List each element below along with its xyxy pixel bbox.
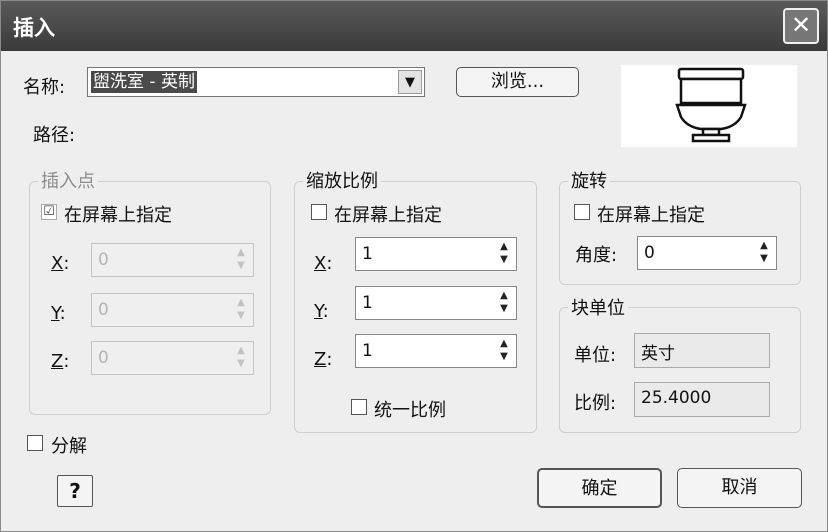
spin-arrows-icon[interactable]: ▲ ▼ xyxy=(231,344,251,372)
insertion-y-value: 0 xyxy=(98,300,109,320)
scale-x-input[interactable]: 1 ▲ ▼ xyxy=(355,237,517,271)
block-name-select[interactable]: 盥洗室 - 英制 ▼ xyxy=(87,67,425,97)
rotation-title: 旋转 xyxy=(568,167,610,193)
close-button[interactable]: ✕ xyxy=(783,8,819,44)
scale-z-value: 1 xyxy=(362,341,373,361)
factor-label: 比例: xyxy=(574,393,617,414)
rotation-specify-checkbox[interactable] xyxy=(574,204,590,220)
explode-label: 分解 xyxy=(51,436,87,457)
spin-arrows-icon[interactable]: ▲ ▼ xyxy=(494,337,514,365)
insertion-point-title: 插入点 xyxy=(38,167,98,193)
unit-value: 英寸 xyxy=(641,344,675,364)
insertion-specify-checkbox[interactable]: ☑ xyxy=(41,204,57,220)
scale-z-input[interactable]: 1 ▲ ▼ xyxy=(355,334,517,368)
insert-dialog: 插入 ✕ 名称: 盥洗室 - 英制 ▼ 浏览... 路径: 插入点 ☑ 在屏幕上… xyxy=(0,0,828,532)
insertion-x-input[interactable]: 0 ▲ ▼ xyxy=(91,243,254,277)
block-unit-title: 块单位 xyxy=(568,294,628,320)
dialog-title: 插入 xyxy=(13,16,55,40)
spin-arrows-icon[interactable]: ▲ ▼ xyxy=(754,239,774,267)
spin-arrows-icon[interactable]: ▲ ▼ xyxy=(231,246,251,274)
title-bar: 插入 ✕ xyxy=(1,1,827,51)
scale-x-label: X: xyxy=(314,253,333,274)
scale-y-label: Y: xyxy=(314,301,329,322)
insertion-y-input[interactable]: 0 ▲ ▼ xyxy=(91,293,254,327)
angle-value: 0 xyxy=(644,243,655,263)
name-label: 名称: xyxy=(23,77,66,98)
spin-arrows-icon[interactable]: ▲ ▼ xyxy=(231,296,251,324)
close-icon: ✕ xyxy=(790,11,812,39)
angle-label: 角度: xyxy=(575,245,618,266)
factor-value: 25.4000 xyxy=(641,388,712,408)
insertion-x-value: 0 xyxy=(98,250,109,270)
browse-button[interactable]: 浏览... xyxy=(456,67,579,97)
spin-arrows-icon[interactable]: ▲ ▼ xyxy=(494,240,514,268)
block-name-value: 盥洗室 - 英制 xyxy=(91,71,197,93)
spin-arrows-icon[interactable]: ▲ ▼ xyxy=(494,289,514,317)
uniform-scale-checkbox[interactable] xyxy=(351,399,367,415)
insertion-specify-label: 在屏幕上指定 xyxy=(64,205,172,226)
scale-title: 缩放比例 xyxy=(303,167,381,193)
scale-y-value: 1 xyxy=(362,293,373,313)
help-button[interactable]: ? xyxy=(57,475,93,507)
ok-button[interactable]: 确定 xyxy=(537,468,662,508)
path-label: 路径: xyxy=(33,125,76,146)
scale-specify-label: 在屏幕上指定 xyxy=(334,205,442,226)
cancel-button[interactable]: 取消 xyxy=(677,468,802,508)
insertion-z-value: 0 xyxy=(98,348,109,368)
scale-z-label: Z: xyxy=(314,349,333,370)
insertion-z-input[interactable]: 0 ▲ ▼ xyxy=(91,341,254,375)
factor-value-field: 25.4000 xyxy=(634,382,770,417)
explode-checkbox[interactable] xyxy=(27,435,43,451)
rotation-specify-label: 在屏幕上指定 xyxy=(597,205,705,226)
block-preview xyxy=(621,65,797,147)
insertion-y-label: Y: xyxy=(51,303,66,324)
scale-x-value: 1 xyxy=(362,244,373,264)
insertion-z-label: Z: xyxy=(51,351,70,372)
unit-label: 单位: xyxy=(574,345,617,366)
chevron-down-icon[interactable]: ▼ xyxy=(398,70,422,94)
insertion-x-label: X: xyxy=(51,253,70,274)
toilet-preview-image xyxy=(675,67,747,143)
angle-input[interactable]: 0 ▲ ▼ xyxy=(637,236,777,270)
scale-specify-checkbox[interactable] xyxy=(311,204,327,220)
uniform-scale-label: 统一比例 xyxy=(374,400,446,421)
unit-value-field: 英寸 xyxy=(634,333,770,368)
check-icon: ☑ xyxy=(43,204,55,219)
scale-y-input[interactable]: 1 ▲ ▼ xyxy=(355,286,517,320)
